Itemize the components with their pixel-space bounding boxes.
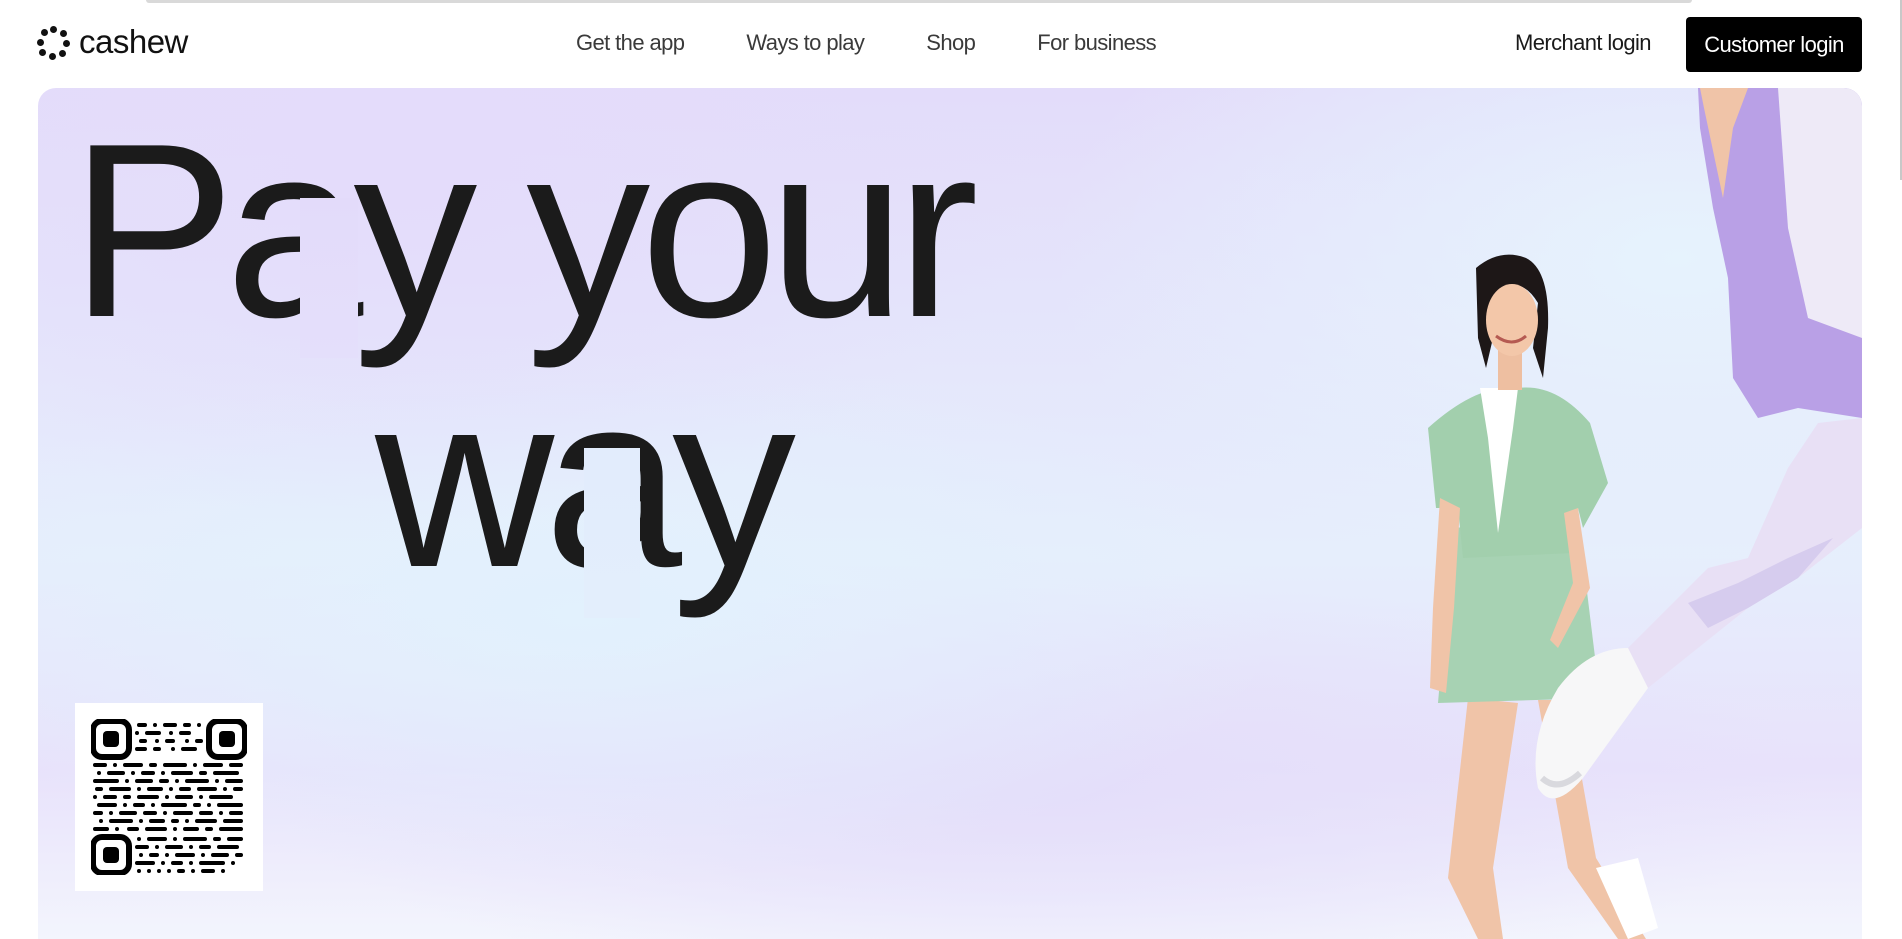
merchant-login-link[interactable]: Merchant login — [1515, 30, 1652, 56]
headline-animation-mask — [584, 448, 640, 618]
main-nav: Get the app Ways to play Shop For busine… — [576, 30, 1218, 56]
qr-code-icon — [91, 719, 247, 875]
customer-login-button[interactable]: Customer login — [1686, 17, 1862, 72]
brand-name: cashew — [79, 23, 188, 60]
headline-animation-mask — [300, 198, 358, 358]
nav-item-ways-to-play[interactable]: Ways to play — [746, 30, 865, 56]
hero-headline-line1: Pay your — [70, 91, 979, 369]
hero-photo — [1328, 88, 1862, 939]
hero-banner: Pay your way — [38, 88, 1862, 939]
nav-item-for-business[interactable]: For business — [1037, 30, 1156, 56]
nav-item-shop[interactable]: Shop — [926, 30, 976, 56]
nav-item-get-the-app[interactable]: Get the app — [576, 30, 685, 56]
hero-headline-line2: way — [375, 341, 796, 619]
hero-people-illustration — [1428, 88, 1862, 939]
brand-logo[interactable]: cashew — [37, 23, 188, 60]
app-download-qr[interactable] — [75, 703, 263, 891]
cashew-dots-logo-icon — [37, 25, 70, 60]
site-header: cashew Get the app Ways to play Shop For… — [0, 0, 1902, 88]
